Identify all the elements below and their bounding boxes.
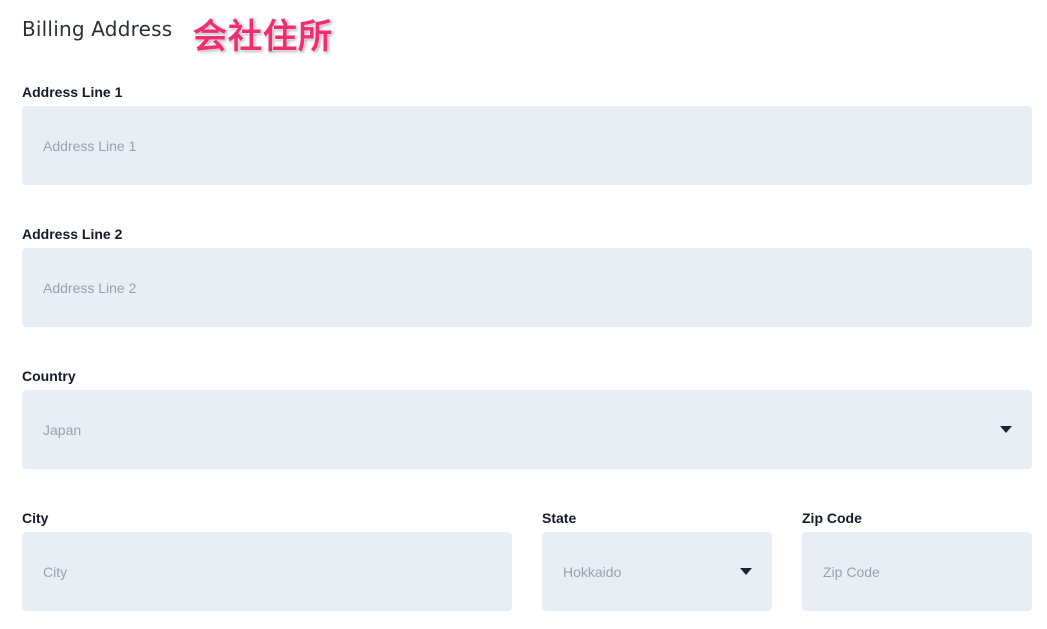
address-line-1-field[interactable] <box>22 106 1032 185</box>
billing-header: Billing Address <box>22 14 172 58</box>
address-line-2-field[interactable] <box>22 248 1032 327</box>
city-field[interactable] <box>22 532 512 611</box>
caret-down-icon[interactable] <box>740 568 752 575</box>
caret-down-icon[interactable] <box>1000 426 1012 433</box>
address-line-2-input[interactable] <box>43 279 1012 296</box>
country-select[interactable]: Japan <box>22 390 1032 469</box>
annotation-label: 会社住所 <box>193 17 333 57</box>
address-line-1-input[interactable] <box>43 137 1012 154</box>
city-label: City <box>22 510 49 526</box>
zip-code-input[interactable] <box>823 563 1012 580</box>
address-line-2-label: Address Line 2 <box>22 226 123 242</box>
section-title: Billing Address <box>22 17 173 41</box>
state-label: State <box>542 510 577 526</box>
city-input[interactable] <box>43 563 492 580</box>
state-selected-value: Hokkaido <box>563 563 622 580</box>
zip-code-label: Zip Code <box>802 510 862 526</box>
zip-code-field[interactable] <box>802 532 1032 611</box>
address-line-1-label: Address Line 1 <box>22 84 123 100</box>
country-label: Country <box>22 368 76 384</box>
country-selected-value: Japan <box>43 421 82 438</box>
state-select[interactable]: Hokkaido <box>542 532 772 611</box>
